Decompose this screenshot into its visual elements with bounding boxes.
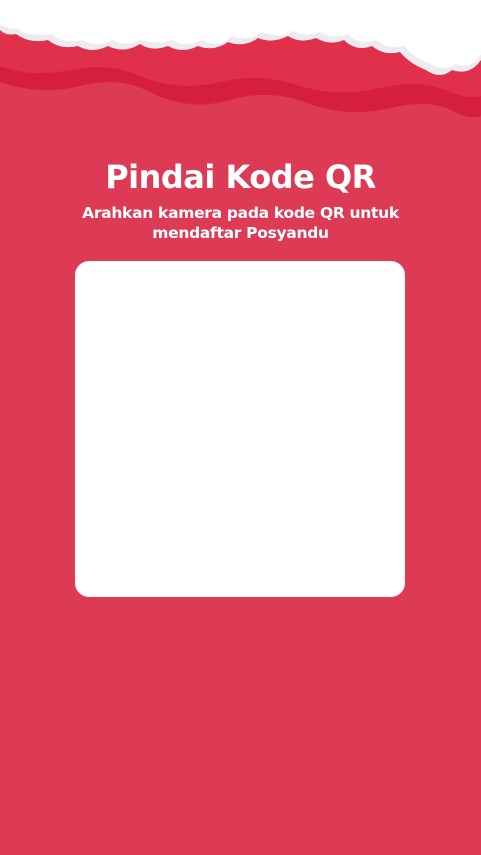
subtitle-line-1: Arahkan kamera pada kode QR untuk (82, 204, 399, 222)
page-title: Pindai Kode QR (105, 158, 376, 196)
qr-scan-screen: Pindai Kode QR Arahkan kamera pada kode … (0, 0, 481, 855)
cloud-wave-decoration (0, 0, 481, 118)
page-subtitle: Arahkan kamera pada kode QR untuk mendaf… (60, 203, 421, 243)
qr-camera-viewfinder[interactable] (75, 261, 405, 597)
subtitle-line-2: mendaftar Posyandu (152, 224, 329, 242)
